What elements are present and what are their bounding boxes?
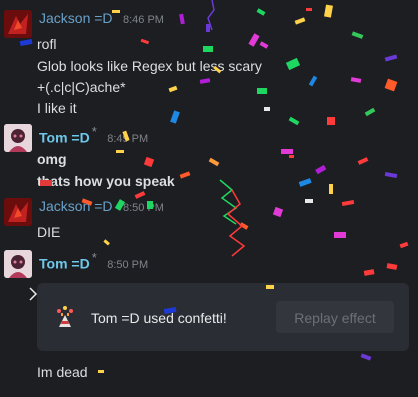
message-text: +(.c|c|C)ache* <box>37 79 126 95</box>
message-text: Glob looks like Regex but less scary <box>37 58 262 74</box>
message-text: rofl <box>37 36 57 52</box>
author-name[interactable]: Tom =D <box>39 255 90 271</box>
confetti-party-popper-icon <box>53 305 77 329</box>
effect-notice: Tom =D used confetti! Replay effect <box>37 283 409 351</box>
message-text: thats how you speak <box>37 173 175 189</box>
avatar-jackson[interactable] <box>4 10 32 38</box>
chat-log: Jackson =D 8:46 PM rofl Glob looks like … <box>0 0 418 397</box>
message-header: Jackson =D 8:50 PM <box>39 198 164 216</box>
replay-effect-button[interactable]: Replay effect <box>276 301 394 333</box>
timestamp: 8:50 PM <box>123 202 164 214</box>
author-name[interactable]: Jackson =D <box>39 10 113 26</box>
effect-text: Tom =D used confetti! <box>91 310 227 326</box>
message-text: DIE <box>37 224 61 240</box>
star-marker: * <box>91 250 97 265</box>
message-text: Im dead <box>37 364 88 380</box>
star-marker: * <box>91 124 97 139</box>
jackson-avatar-image <box>4 198 32 226</box>
avatar-tom[interactable] <box>4 124 32 152</box>
message-text: I like it <box>37 100 77 116</box>
message-header: Tom =D * 8:50 PM <box>39 250 148 273</box>
author-name[interactable]: Tom =D <box>39 129 90 145</box>
avatar-tom[interactable] <box>4 250 32 278</box>
tom-avatar-image <box>4 250 32 278</box>
avatar-jackson[interactable] <box>4 198 32 226</box>
author-name[interactable]: Jackson =D <box>39 198 113 214</box>
message-header: Tom =D * 8:49 PM <box>39 124 148 147</box>
timestamp: 8:46 PM <box>123 14 164 26</box>
tom-avatar-image <box>4 124 32 152</box>
timestamp: 8:50 PM <box>107 259 149 272</box>
message-text: omg <box>37 151 67 167</box>
jackson-avatar-image <box>4 10 32 38</box>
message-header: Jackson =D 8:46 PM <box>39 10 164 28</box>
timestamp: 8:49 PM <box>107 133 149 146</box>
